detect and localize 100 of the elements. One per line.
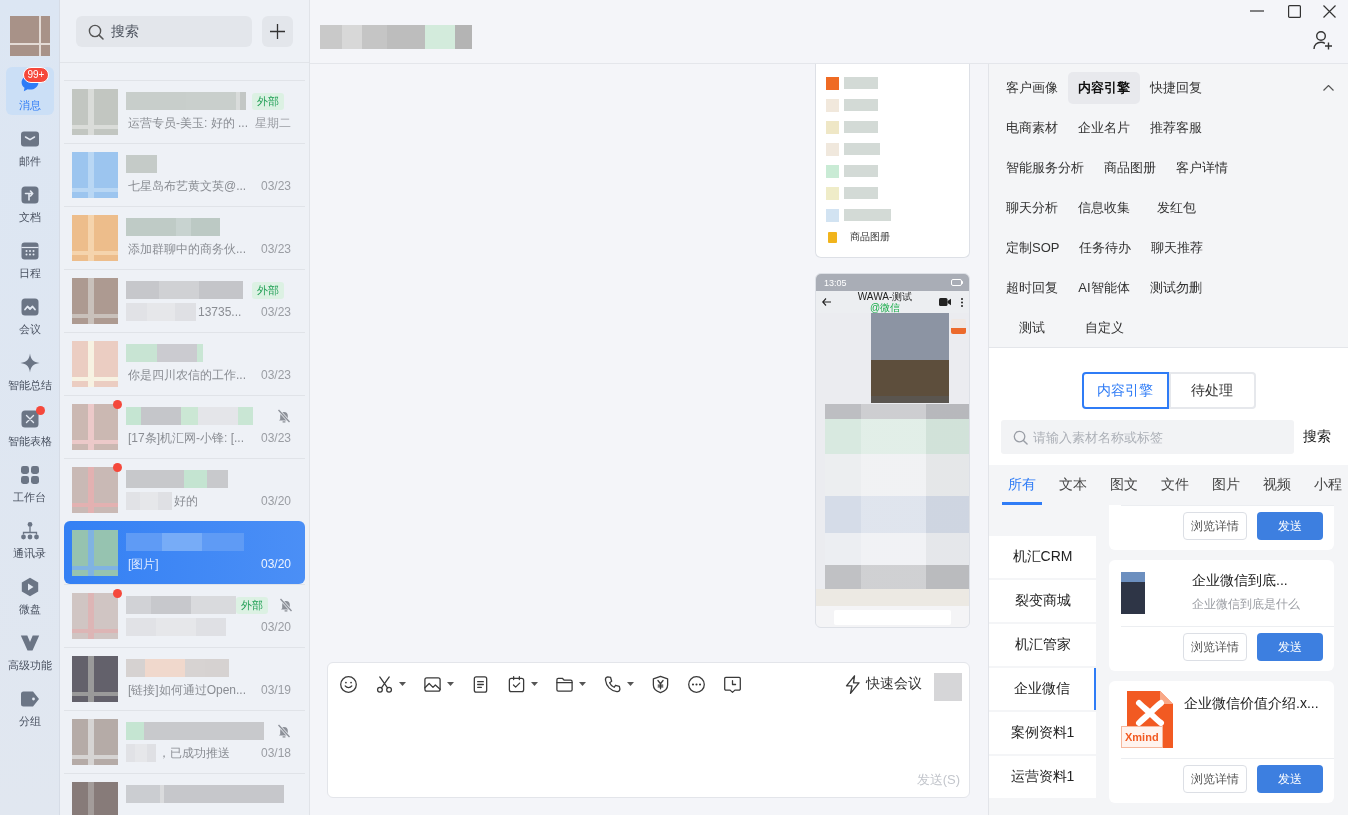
unread-badge: 99+ <box>22 67 50 83</box>
tool-tab[interactable]: 内容引擎 <box>1068 72 1140 104</box>
pixelated-icon <box>826 120 839 134</box>
segment-tab[interactable]: 待处理 <box>1168 372 1256 409</box>
message-preview: 13735... <box>198 305 242 319</box>
list-item-label: 商品图册 <box>850 230 890 244</box>
message-time: 03/20 <box>260 620 291 634</box>
nav-item[interactable]: 分组 <box>5 683 54 731</box>
tool-tab[interactable]: 测试 <box>996 312 1068 344</box>
nav-item[interactable]: 工作台 <box>5 459 54 507</box>
screenshot-image[interactable]: 商品图册 <box>815 64 970 258</box>
phone-icon[interactable] <box>603 674 622 694</box>
caret-icon[interactable] <box>531 682 538 686</box>
filter-tab[interactable]: 小程 <box>1308 465 1348 505</box>
message-time: 03/23 <box>260 368 291 382</box>
search-field[interactable]: 搜索 <box>76 15 252 47</box>
calendar-icon <box>19 241 40 261</box>
category-item[interactable]: 案例资料1 <box>989 712 1096 754</box>
quick-meeting-button[interactable]: 快速会议 <box>844 674 922 694</box>
tool-tab[interactable]: 电商素材 <box>996 112 1068 144</box>
hexagon-icon <box>19 577 40 597</box>
caret-icon[interactable] <box>579 682 586 686</box>
filter-tab[interactable]: 图片 <box>1206 465 1246 505</box>
nav-item[interactable]: 文档 <box>5 179 54 227</box>
nav-item[interactable]: 智能表格 <box>5 403 54 451</box>
tag-icon <box>19 689 40 709</box>
tool-tab[interactable]: 测试勿删 <box>1140 272 1212 304</box>
send-button[interactable]: 发送 <box>1257 633 1323 661</box>
filter-tab[interactable]: 文件 <box>1155 465 1195 505</box>
tool-tab[interactable]: 商品图册 <box>1094 152 1166 184</box>
send-button[interactable]: 发送 <box>1257 765 1323 793</box>
more-icon[interactable] <box>687 674 706 694</box>
avatar-image <box>72 89 118 135</box>
add-button[interactable] <box>262 15 293 47</box>
message-preview: ，已成功推送 <box>158 744 230 762</box>
caret-icon[interactable] <box>627 682 634 686</box>
maximize-icon[interactable] <box>1288 4 1301 18</box>
scissors-icon[interactable] <box>375 674 394 694</box>
tool-tab[interactable]: 超时回复 <box>996 272 1068 304</box>
task-icon[interactable] <box>507 674 526 694</box>
category-item[interactable]: 企业微信 <box>989 668 1096 710</box>
search-button[interactable]: 搜索 <box>1303 428 1331 446</box>
nav-item[interactable]: 微盘 <box>5 571 54 619</box>
message-time: 03/23 <box>260 431 291 445</box>
tool-tab[interactable]: AI智能体 <box>1068 272 1140 304</box>
details-button[interactable]: 浏览详情 <box>1183 512 1247 540</box>
category-item[interactable]: 机汇管家 <box>989 624 1096 666</box>
clock-bubble-icon[interactable] <box>723 674 742 694</box>
add-person-icon[interactable] <box>1313 30 1333 50</box>
close-icon[interactable] <box>1323 4 1336 18</box>
avatar-image <box>72 215 118 261</box>
material-title: 企业微信到底... <box>1192 571 1289 590</box>
video-camera-icon <box>939 298 951 306</box>
category-item[interactable]: 运营资料1 <box>989 756 1096 798</box>
tool-tab[interactable]: 自定义 <box>1068 312 1140 344</box>
document-icon <box>19 185 40 205</box>
chevron-up-icon[interactable] <box>1323 85 1334 91</box>
nav-item[interactable]: 通讯录 <box>5 515 54 563</box>
yen-shield-icon[interactable] <box>651 674 670 694</box>
nav-item[interactable]: 日程 <box>5 235 54 283</box>
filter-tab[interactable]: 文本 <box>1053 465 1093 505</box>
tool-tab[interactable]: 定制SOP <box>996 232 1070 264</box>
tool-tab[interactable]: 发红包 <box>1140 192 1212 224</box>
details-button[interactable]: 浏览详情 <box>1183 765 1247 793</box>
image-placeholder <box>934 673 962 701</box>
message-time: 03/19 <box>260 683 291 697</box>
grid-icon <box>19 465 40 485</box>
chat-title: WAWA-测试 <box>857 291 913 302</box>
nav-item[interactable]: 邮件 <box>5 123 54 171</box>
segment-tab[interactable]: 内容引擎 <box>1081 372 1169 409</box>
details-button[interactable]: 浏览详情 <box>1183 633 1247 661</box>
nav-item[interactable]: 会议 <box>5 291 54 339</box>
tool-tab[interactable]: 智能服务分析 <box>996 152 1094 184</box>
tool-tab[interactable]: 客户画像 <box>996 72 1068 104</box>
nav-item[interactable]: 高级功能 <box>5 627 54 675</box>
tool-tab[interactable]: 客户详情 <box>1166 152 1238 184</box>
message-preview: 好的 <box>174 492 198 510</box>
tool-tab[interactable]: 信息收集 <box>1068 192 1140 224</box>
tool-tab[interactable]: 任务待办 <box>1069 232 1142 264</box>
category-item[interactable]: 机汇CRM <box>989 536 1096 578</box>
document-icon[interactable] <box>471 674 490 694</box>
caret-icon[interactable] <box>447 682 454 686</box>
filter-tab[interactable]: 图文 <box>1104 465 1144 505</box>
image-icon[interactable] <box>423 674 442 694</box>
tool-tab[interactable]: 企业名片 <box>1068 112 1140 144</box>
search-field[interactable]: 请输入素材名称或标签 <box>1001 420 1294 454</box>
screenshot-image[interactable]: 13:05 WAWA-测试 @微信 <box>815 273 970 628</box>
nav-item[interactable]: 消息 99+ <box>5 67 54 115</box>
caret-icon[interactable] <box>399 682 406 686</box>
nav-item[interactable]: 智能总结 <box>5 347 54 395</box>
tool-tab[interactable]: 快捷回复 <box>1140 72 1212 104</box>
filter-tab[interactable]: 视频 <box>1257 465 1297 505</box>
smiley-icon[interactable] <box>339 674 358 694</box>
pixelated-name-block <box>126 155 157 173</box>
tool-tab[interactable]: 聊天分析 <box>996 192 1068 224</box>
tool-tab[interactable]: 聊天推荐 <box>1141 232 1214 264</box>
send-button[interactable]: 发送 <box>1257 512 1323 540</box>
category-item[interactable]: 裂变商城 <box>989 580 1096 622</box>
spreadsheet-icon <box>19 409 40 429</box>
tool-tab[interactable]: 推荐客服 <box>1140 112 1212 144</box>
